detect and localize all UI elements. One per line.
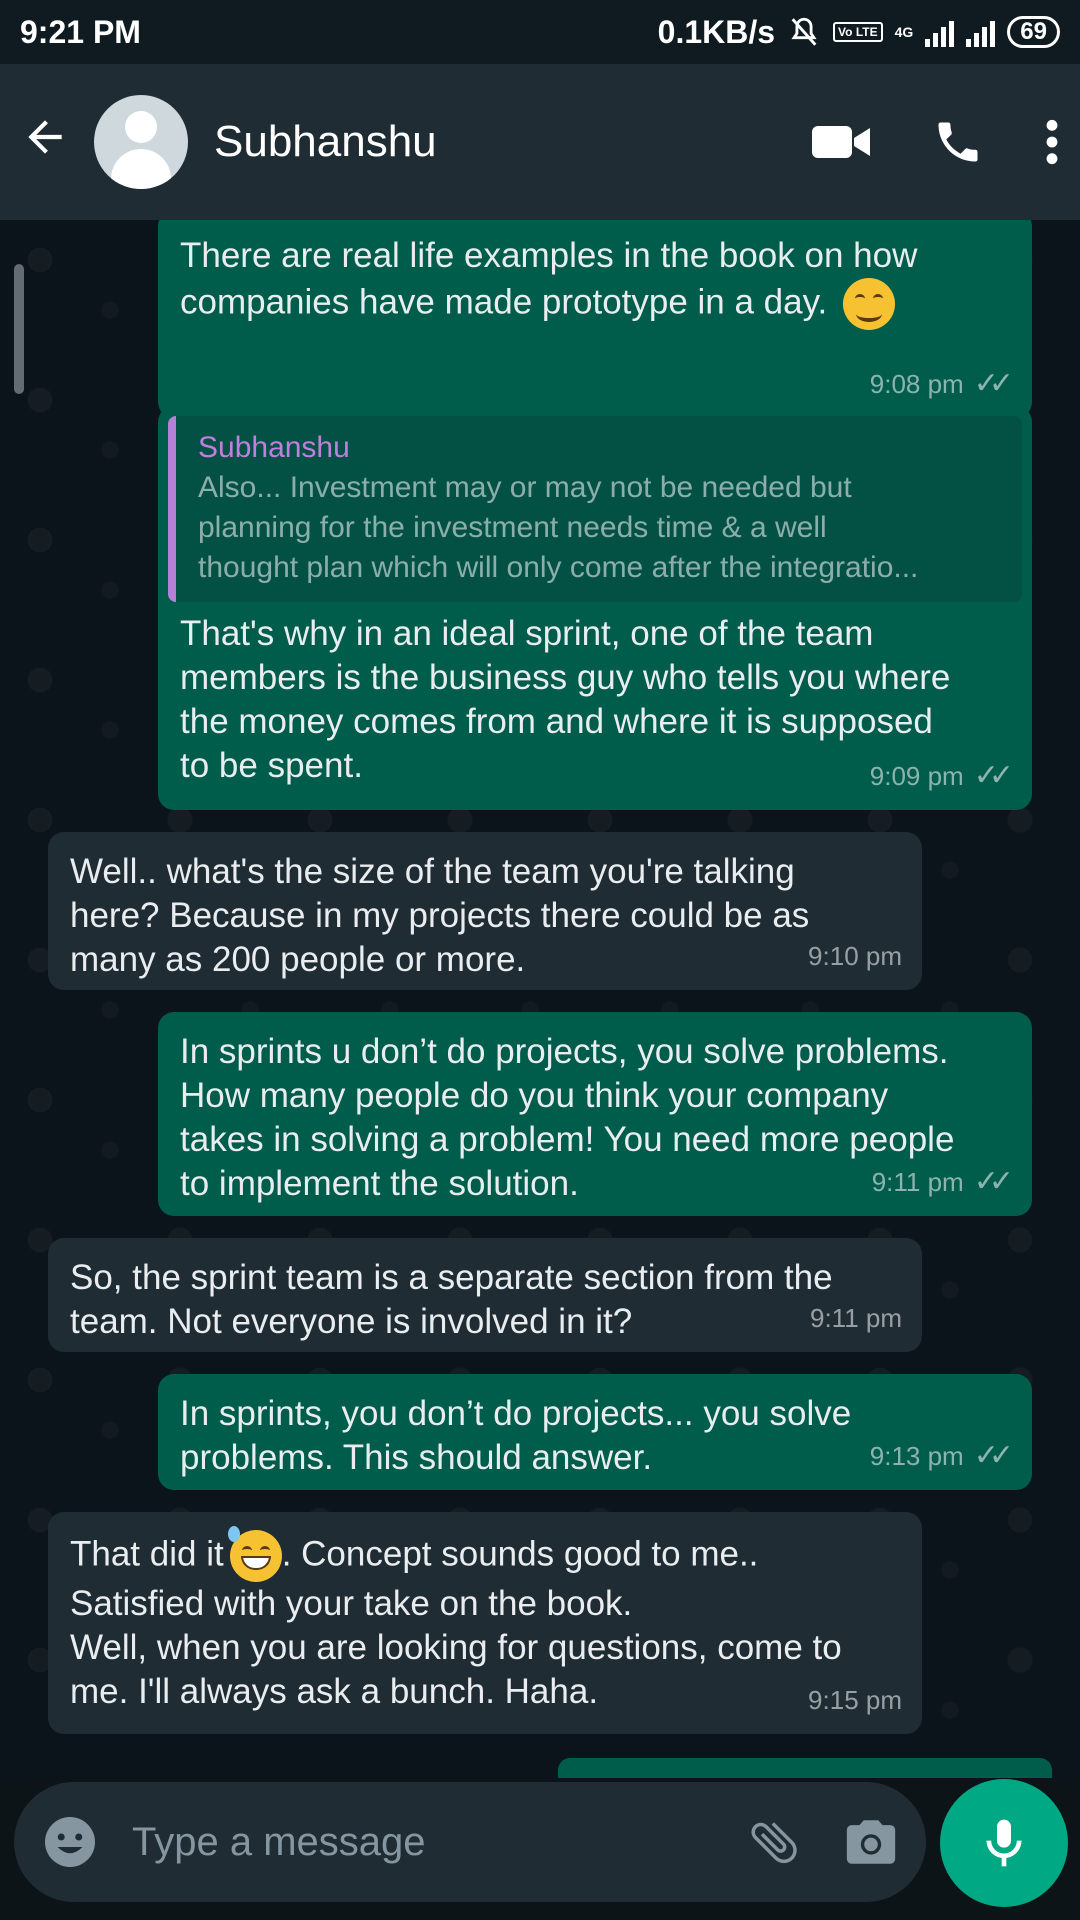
mic-icon <box>986 1819 1022 1867</box>
status-time: 9:21 PM <box>20 13 141 50</box>
scrollbar[interactable] <box>14 264 24 394</box>
mute-icon <box>791 17 817 46</box>
read-ticks-icon: ✓✓ <box>973 367 1014 400</box>
message-meta: 9:11 pm <box>810 1296 902 1340</box>
message-bubble-out[interactable]: In sprints u don’t do projects, you solv… <box>158 1012 1032 1216</box>
mic-button[interactable] <box>940 1779 1068 1907</box>
message-bubble-out[interactable]: Subhanshu Also... Investment may or may … <box>158 406 1032 810</box>
status-bar: 9:21 PM 0.1KB/s Vo LTE 4G 69 <box>0 0 1080 64</box>
battery-indicator: 69 <box>1007 16 1060 48</box>
message-time: 9:11 pm <box>871 1167 964 1197</box>
message-composer <box>14 1782 926 1902</box>
video-call-icon[interactable] <box>812 122 872 162</box>
camera-icon[interactable] <box>842 1813 900 1871</box>
attach-icon[interactable] <box>746 1814 802 1870</box>
signal-icon <box>925 17 955 47</box>
more-vert-icon[interactable] <box>1044 117 1060 167</box>
message-text: So, the sprint team is a separate sectio… <box>70 1258 833 1341</box>
next-message-peek <box>558 1758 1052 1778</box>
message-time: 9:08 pm <box>869 369 964 399</box>
emoji-icon[interactable] <box>40 1812 100 1872</box>
message-text: That did it. Concept sounds good to me..… <box>70 1526 900 1714</box>
message-time: 9:13 pm <box>869 1441 964 1471</box>
volte-badge: Vo LTE <box>833 22 883 42</box>
read-ticks-icon: ✓✓ <box>973 1439 1014 1472</box>
network-type: 4G <box>894 24 914 40</box>
message-bubble-in[interactable]: Well.. what's the size of the team you'r… <box>48 832 922 990</box>
quote-text: Also... Investment may or may not be nee… <box>198 471 919 584</box>
message-time: 9:15 pm <box>808 1685 902 1715</box>
message-bubble-out[interactable]: There are real life examples in the book… <box>158 220 1032 418</box>
message-meta: 9:08 pm ✓✓ <box>869 362 1014 406</box>
quote-author: Subhanshu <box>198 431 350 464</box>
message-bubble-out[interactable]: In sprints, you don’t do projects... you… <box>158 1374 1032 1490</box>
message-meta: 9:10 pm <box>808 934 902 978</box>
grinning-sweat-emoji <box>227 1526 282 1582</box>
message-meta: 9:09 pm ✓✓ <box>869 754 1014 798</box>
chat-header: Subhanshu <box>0 64 1080 220</box>
read-ticks-icon: ✓✓ <box>973 759 1014 792</box>
avatar[interactable] <box>94 95 188 189</box>
message-bubble-in[interactable]: So, the sprint team is a separate sectio… <box>48 1238 922 1352</box>
message-time: 9:10 pm <box>808 941 902 971</box>
message-text: Well.. what's the size of the team you'r… <box>70 852 810 979</box>
message-input[interactable] <box>130 1818 706 1866</box>
read-ticks-icon: ✓✓ <box>973 1165 1014 1198</box>
message-time: 9:09 pm <box>869 761 964 791</box>
signal-icon-2 <box>966 17 996 47</box>
net-speed: 0.1KB/s <box>657 13 776 50</box>
back-arrow-icon[interactable] <box>20 109 78 176</box>
chat-area[interactable]: There are real life examples in the book… <box>0 220 1080 1780</box>
phone-icon[interactable] <box>932 116 984 168</box>
smiling-face-emoji <box>842 278 895 330</box>
contact-name[interactable]: Subhanshu <box>214 117 752 167</box>
message-text: There are real life examples in the book… <box>180 234 1010 330</box>
quoted-message[interactable]: Subhanshu Also... Investment may or may … <box>168 416 1022 602</box>
message-bubble-in[interactable]: That did it. Concept sounds good to me..… <box>48 1512 922 1734</box>
message-meta: 9:15 pm <box>808 1678 902 1722</box>
message-time: 9:11 pm <box>809 1303 902 1333</box>
message-meta: 9:13 pm ✓✓ <box>869 1434 1014 1478</box>
status-icons: 0.1KB/s Vo LTE 4G 69 <box>658 14 1060 51</box>
message-meta: 9:11 pm ✓✓ <box>871 1160 1014 1204</box>
